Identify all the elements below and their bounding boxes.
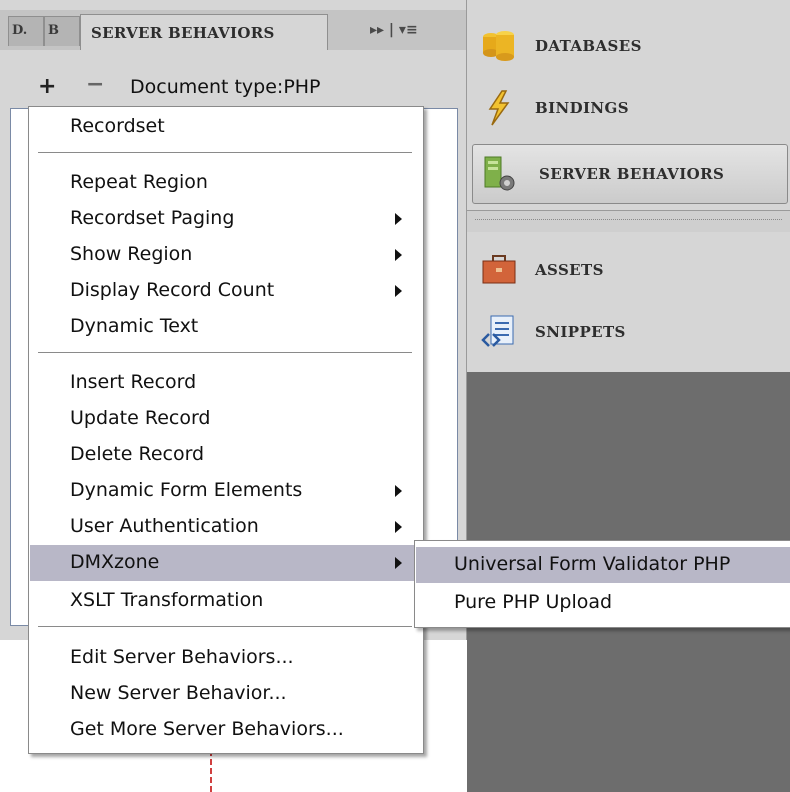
menu-item-dmxzone[interactable]: DMXzone <box>30 545 422 581</box>
submenu-item-universal-form-validator-php[interactable]: Universal Form Validator PHP <box>416 547 790 583</box>
menu-item-repeat-region[interactable]: Repeat Region <box>30 165 422 201</box>
menu-item-label: User Authentication <box>70 515 259 537</box>
menu-item-label: New Server Behavior... <box>70 682 287 704</box>
server-behaviors-menu: Recordset Repeat Region Recordset Paging… <box>28 106 424 754</box>
menu-item-label: Edit Server Behaviors... <box>70 646 294 668</box>
menu-item-label: Pure PHP Upload <box>454 591 613 613</box>
lightning-icon <box>479 88 519 128</box>
menu-item-insert-record[interactable]: Insert Record <box>30 365 422 401</box>
menu-item-label: Dynamic Text <box>70 315 199 337</box>
submenu-arrow-icon <box>395 249 402 261</box>
menu-item-recordset-paging[interactable]: Recordset Paging <box>30 201 422 237</box>
menu-item-label: Display Record Count <box>70 279 275 301</box>
document-type-label: Document type:PHP <box>130 76 321 98</box>
server-gear-icon <box>479 154 519 194</box>
submenu-arrow-icon <box>395 557 402 569</box>
menu-item-label: Repeat Region <box>70 171 208 193</box>
add-behavior-button[interactable]: + <box>38 74 56 99</box>
tab-label: B <box>48 23 59 38</box>
tab-label: D. <box>12 23 28 38</box>
menu-separator <box>38 352 412 354</box>
menu-item-dynamic-text[interactable]: Dynamic Text <box>30 309 422 345</box>
menu-item-label: DMXzone <box>70 551 160 573</box>
remove-behavior-button[interactable]: − <box>86 72 104 97</box>
dock-item-label: SNIPPETS <box>535 323 626 341</box>
submenu-arrow-icon <box>395 521 402 533</box>
menu-separator <box>38 626 412 628</box>
menu-item-update-record[interactable]: Update Record <box>30 401 422 437</box>
dock-item-label: DATABASES <box>535 37 642 55</box>
submenu-arrow-icon <box>395 213 402 225</box>
briefcase-icon <box>479 250 519 290</box>
menu-item-label: Recordset Paging <box>70 207 235 229</box>
menu-item-label: Recordset <box>70 115 165 137</box>
menu-item-label: Show Region <box>70 243 193 265</box>
dock-item-snippets[interactable]: SNIPPETS <box>467 304 790 360</box>
menu-item-show-region[interactable]: Show Region <box>30 237 422 273</box>
submenu-item-pure-php-upload[interactable]: Pure PHP Upload <box>416 585 790 621</box>
menu-item-label: Delete Record <box>70 443 205 465</box>
menu-item-recordset[interactable]: Recordset <box>30 109 422 145</box>
tab-label: SERVER BEHAVIORS <box>91 24 275 42</box>
menu-item-edit-server-behaviors[interactable]: Edit Server Behaviors... <box>30 640 422 676</box>
snippet-icon <box>479 312 519 352</box>
tab-bindings-collapsed[interactable]: B <box>44 16 80 46</box>
menu-separator <box>38 152 412 154</box>
menu-item-label: Insert Record <box>70 371 197 393</box>
menu-item-user-authentication[interactable]: User Authentication <box>30 509 422 545</box>
region-boundary-line <box>210 750 212 792</box>
dock-item-label: BINDINGS <box>535 99 629 117</box>
menu-item-new-server-behavior[interactable]: New Server Behavior... <box>30 676 422 712</box>
menu-item-display-record-count[interactable]: Display Record Count <box>30 273 422 309</box>
menu-item-xslt-transformation[interactable]: XSLT Transformation <box>30 583 422 619</box>
dock-item-label: ASSETS <box>535 261 604 279</box>
panel-options-buttons[interactable]: ▸▸ | ▾≡ <box>370 22 418 38</box>
dock-group-bottom: ASSETS SNIPPETS <box>467 232 790 372</box>
tab-server-behaviors[interactable]: SERVER BEHAVIORS <box>80 14 328 50</box>
submenu-arrow-icon <box>395 485 402 497</box>
menu-item-delete-record[interactable]: Delete Record <box>30 437 422 473</box>
menu-item-label: XSLT Transformation <box>70 589 264 611</box>
menu-item-label: Universal Form Validator PHP <box>454 553 731 575</box>
submenu-arrow-icon <box>395 285 402 297</box>
database-icon <box>479 26 519 66</box>
dock-divider[interactable] <box>467 210 790 232</box>
dock-item-label: SERVER BEHAVIORS <box>539 165 725 183</box>
tab-databases-collapsed[interactable]: D. <box>8 16 44 46</box>
menu-item-dynamic-form-elements[interactable]: Dynamic Form Elements <box>30 473 422 509</box>
dock-item-assets[interactable]: ASSETS <box>467 242 790 298</box>
menu-item-label: Update Record <box>70 407 211 429</box>
dock-item-server-behaviors[interactable]: SERVER BEHAVIORS <box>472 144 788 204</box>
dock-item-databases[interactable]: DATABASES <box>467 18 790 74</box>
menu-item-label: Dynamic Form Elements <box>70 479 303 501</box>
dmxzone-submenu: Universal Form Validator PHP Pure PHP Up… <box>414 540 790 628</box>
menu-item-get-more-server-behaviors[interactable]: Get More Server Behaviors... <box>30 712 422 748</box>
dock-item-bindings[interactable]: BINDINGS <box>467 80 790 136</box>
menu-item-label: Get More Server Behaviors... <box>70 718 344 740</box>
